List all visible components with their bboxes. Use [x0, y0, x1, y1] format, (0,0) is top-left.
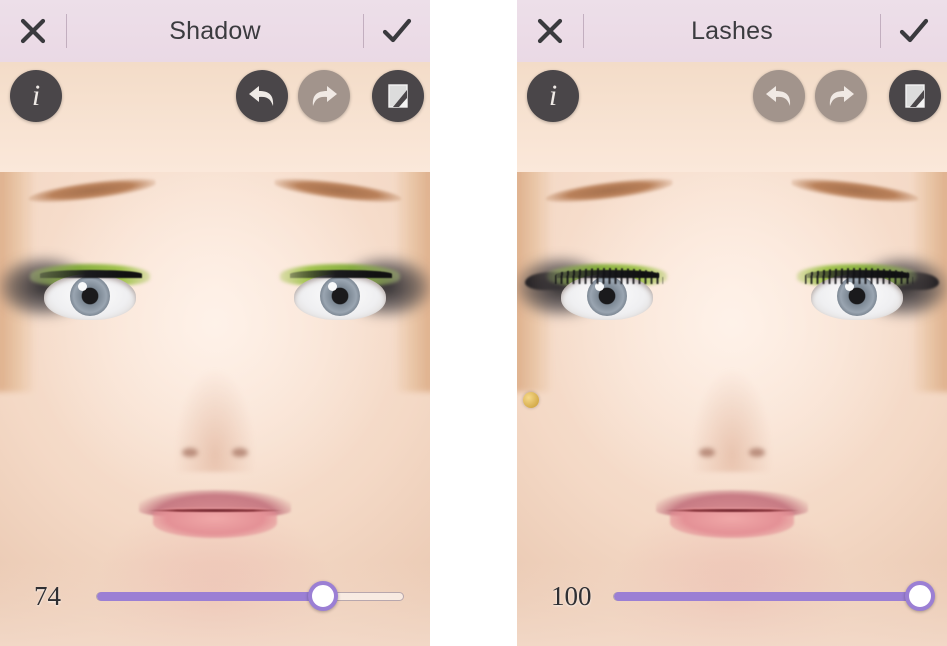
- check-icon: [899, 18, 929, 43]
- nostril-right: [749, 448, 765, 457]
- photo-canvas-lashes[interactable]: i 100: [517, 62, 947, 646]
- nostril-left: [699, 448, 715, 457]
- photo-toolbar-lashes: i: [517, 68, 947, 126]
- compare-icon: [388, 84, 408, 108]
- compare-button-lashes[interactable]: [889, 70, 941, 122]
- close-button-lashes[interactable]: [517, 0, 583, 62]
- nostril-right: [232, 448, 248, 457]
- check-icon: [382, 18, 412, 43]
- undo-icon: [766, 86, 791, 106]
- nose: [689, 362, 775, 472]
- lip-line: [147, 509, 283, 512]
- slider-thumb[interactable]: [905, 581, 935, 611]
- close-icon: [537, 18, 563, 44]
- compare-icon: [905, 84, 925, 108]
- photo-toolbar-shadow: i: [0, 68, 430, 126]
- redo-icon: [829, 86, 854, 106]
- undo-button-lashes[interactable]: [753, 70, 805, 122]
- slider-fill: [614, 591, 920, 601]
- lash-wing: [525, 272, 569, 290]
- eye-right: [781, 250, 947, 336]
- info-button-lashes[interactable]: i: [527, 70, 579, 122]
- page-title: Shadow: [169, 16, 261, 45]
- lower-lip: [153, 508, 277, 538]
- redo-button[interactable]: [298, 70, 350, 122]
- face-image-lashes: [517, 62, 947, 646]
- panel-lashes: Lashes i 100: [517, 0, 947, 646]
- confirm-button-lashes[interactable]: [881, 0, 947, 62]
- info-button[interactable]: i: [10, 70, 62, 122]
- redo-icon: [312, 86, 337, 106]
- eyebrow-left: [544, 174, 674, 207]
- close-icon: [20, 18, 46, 44]
- photo-canvas-shadow[interactable]: i 74: [0, 62, 430, 646]
- undo-button[interactable]: [236, 70, 288, 122]
- mouth: [656, 482, 808, 544]
- lash-overlay: [555, 268, 663, 284]
- undo-icon: [249, 86, 274, 106]
- mouth: [139, 482, 291, 544]
- lip-line: [664, 509, 800, 512]
- page-title-lashes: Lashes: [691, 16, 773, 45]
- panel-separator: [430, 0, 517, 646]
- eyebrow-right: [790, 174, 920, 207]
- intensity-slider-row-lashes: 100: [517, 576, 947, 616]
- info-icon: i: [31, 79, 41, 112]
- lash-wing: [895, 272, 939, 290]
- nose: [172, 362, 258, 472]
- confirm-button[interactable]: [364, 0, 430, 62]
- panel-shadow: Shadow i 74: [0, 0, 430, 646]
- info-icon: i: [548, 79, 558, 112]
- compare-button[interactable]: [372, 70, 424, 122]
- nostril-left: [182, 448, 198, 457]
- eye-left: [0, 250, 166, 336]
- slider-value: 74: [34, 580, 61, 611]
- slider-thumb[interactable]: [308, 581, 339, 611]
- eye-right: [264, 250, 430, 336]
- earring: [523, 392, 539, 408]
- slider-fill: [97, 591, 324, 601]
- header-bar-lashes: Lashes: [517, 0, 947, 62]
- eye-left: [517, 250, 683, 336]
- lower-lip: [670, 508, 794, 538]
- intensity-slider-lashes[interactable]: [613, 581, 935, 611]
- slider-value-lashes: 100: [551, 580, 592, 611]
- header-bar-shadow: Shadow: [0, 0, 430, 62]
- app-screenshot: Shadow i 74 Lashes i 100: [0, 0, 947, 646]
- eyebrow-right: [273, 174, 403, 207]
- intensity-slider-row-shadow: 74: [0, 576, 430, 616]
- face-image: [0, 62, 430, 646]
- eyebrow-left: [27, 174, 157, 207]
- close-button[interactable]: [0, 0, 66, 62]
- intensity-slider[interactable]: [96, 581, 404, 611]
- redo-button-lashes[interactable]: [815, 70, 867, 122]
